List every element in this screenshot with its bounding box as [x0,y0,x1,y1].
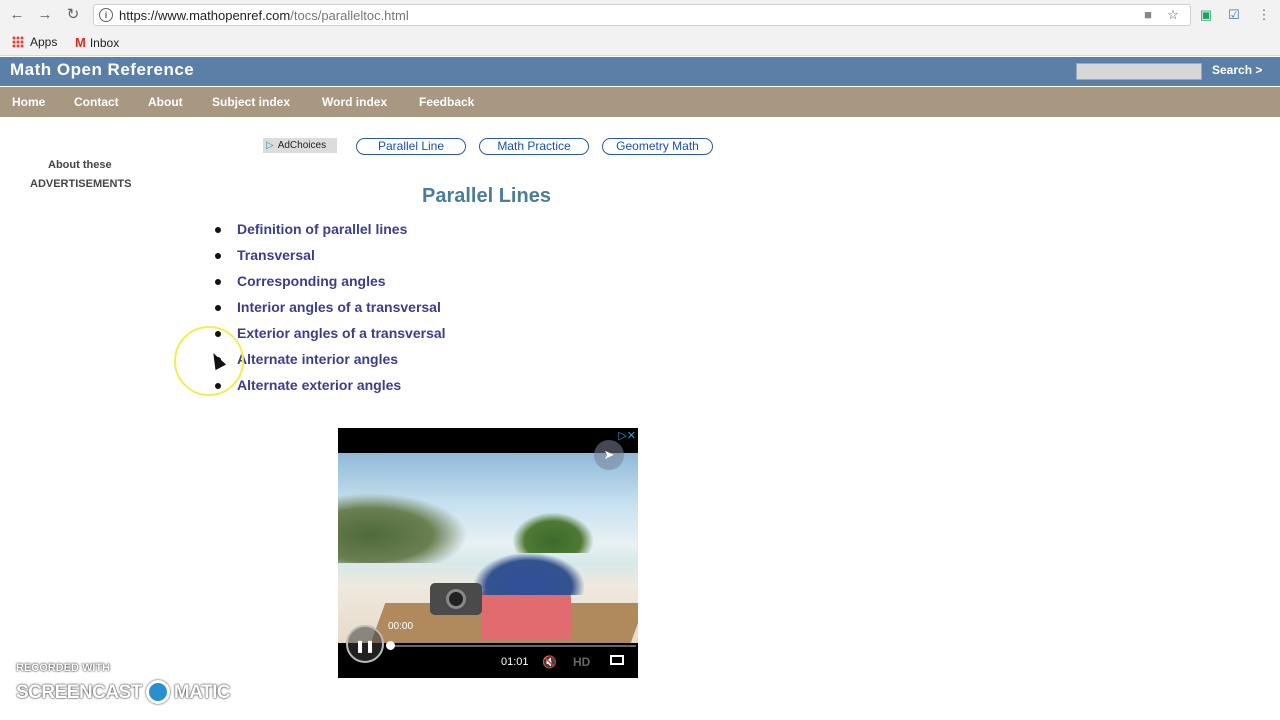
nav-subject-index[interactable]: Subject index [212,95,290,109]
pause-icon[interactable]: ❚❚ [346,625,384,663]
nav-about[interactable]: About [148,95,183,109]
cursor-highlight [174,326,244,396]
toc-item[interactable]: Corresponding angles [215,273,386,289]
toc-item[interactable]: Interior angles of a transversal [215,299,441,315]
bullet [215,279,221,285]
watermark-caption: RECORDED WITH [16,662,111,674]
bookmark-apps[interactable]: Apps [12,35,57,49]
towel [481,588,571,640]
bullet [215,305,221,311]
reload-icon[interactable]: ↻ [64,6,82,24]
fullscreen-icon[interactable] [610,655,624,665]
share-icon[interactable]: ➤ [594,440,624,470]
toc-item[interactable]: Alternate interior angles [215,351,398,367]
bookmarks-bar: Apps M Inbox [0,30,1280,56]
nav-word-index[interactable]: Word index [322,95,387,109]
camera [430,583,482,615]
nav-contact[interactable]: Contact [74,95,119,109]
watermark-logo: SCREENCAST MATIC [16,680,231,704]
search-input[interactable] [1076,63,1202,80]
video-duration: 01:01 [501,656,529,668]
video-frame [338,453,638,643]
toc-item[interactable]: Transversal [215,247,315,263]
bullet [215,253,221,259]
screencast-logo-icon [145,680,170,704]
gmail-icon: M [75,35,86,50]
browser-toolbar: ← → ↻ i https://www.mathopenref.com/tocs… [0,0,1280,30]
progress-knob[interactable] [386,641,395,650]
video-progress-bar[interactable] [386,641,636,650]
ad-link-geometry-math[interactable]: Geometry Math [602,138,713,155]
site-info-icon[interactable]: i [99,8,113,22]
bookmark-inbox[interactable]: M Inbox [75,35,119,50]
toc-item[interactable]: Alternate exterior angles [215,377,401,393]
hd-icon[interactable]: HD [573,655,590,669]
bullet [215,227,221,233]
apps-grid-icon [12,36,24,48]
ad-close-icon[interactable]: ▷✕ [618,429,636,442]
site-nav: Home Contact About Subject index Word in… [0,87,1280,117]
search-button[interactable]: Search > [1212,63,1262,77]
cast-icon[interactable]: ▣ [1198,7,1214,23]
forward-icon[interactable]: → [36,6,54,24]
adchoices-badge[interactable]: ▷ AdChoices [263,138,337,153]
island-right [513,513,593,553]
back-icon[interactable]: ← [8,6,26,24]
site-title[interactable]: Math Open Reference [10,60,194,80]
menu-icon[interactable]: ⋮ [1256,7,1272,23]
url-text[interactable]: https://www.mathopenref.com/tocs/paralle… [119,8,409,23]
address-bar[interactable]: i https://www.mathopenref.com/tocs/paral… [93,4,1191,26]
nav-home[interactable]: Home [12,95,45,109]
toc-item[interactable]: Exterior angles of a transversal [215,325,446,341]
sidebar-about-text[interactable]: About these [48,159,112,171]
site-header: Math Open Reference Search > [0,57,1280,86]
shield-block-icon[interactable]: ■ [1140,7,1156,23]
video-ad[interactable]: ▷✕ ➤ ❚❚ 00:00 01:01 🔇 HD [338,428,638,678]
nav-feedback[interactable]: Feedback [419,95,474,109]
ad-link-math-practice[interactable]: Math Practice [479,138,589,155]
video-current-time: 00:00 [388,621,414,632]
hat [474,553,584,595]
adchoices-icon: ▷ [266,140,274,151]
page-title: Parallel Lines [422,185,551,207]
toc-item[interactable]: Definition of parallel lines [215,221,407,237]
extension-icon[interactable]: ☑ [1226,7,1242,23]
ad-link-parallel-line[interactable]: Parallel Line [356,138,466,155]
sidebar-ads-text: ADVERTISEMENTS [30,178,132,190]
star-icon[interactable]: ☆ [1165,7,1181,23]
mute-icon[interactable]: 🔇 [542,655,557,669]
island-left [338,493,468,563]
